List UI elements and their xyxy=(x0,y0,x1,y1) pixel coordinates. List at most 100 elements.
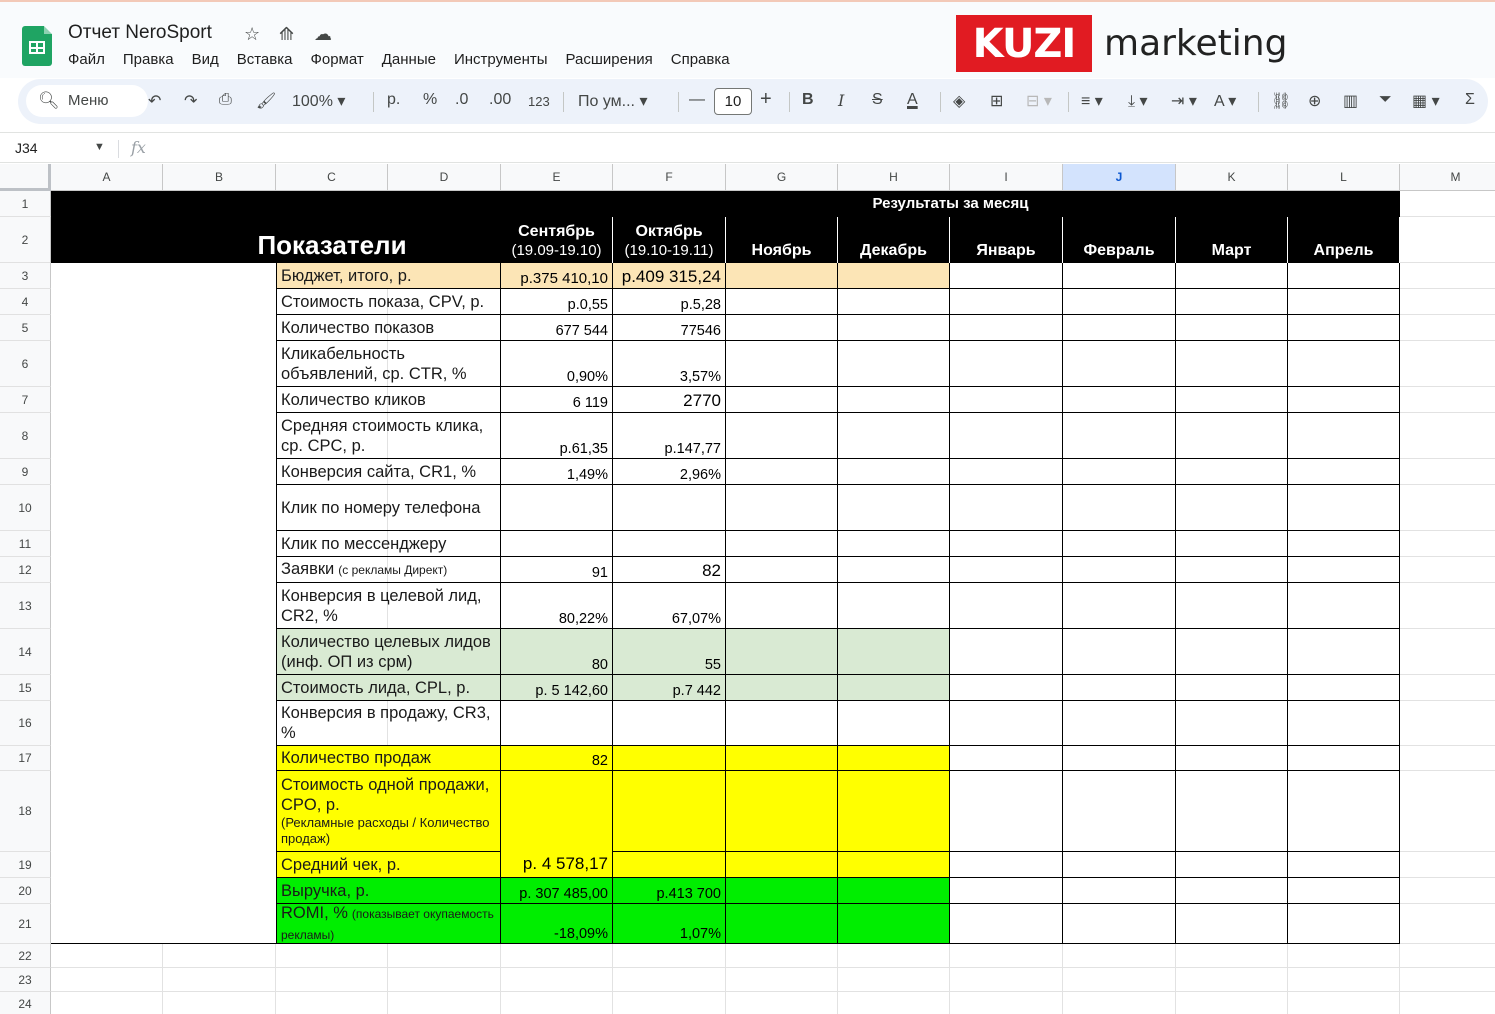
value-sep[interactable]: 82 xyxy=(501,746,613,771)
value-oct[interactable]: р.409 315,24 xyxy=(613,263,726,289)
grid-cell[interactable] xyxy=(1400,944,1495,968)
empty-value[interactable] xyxy=(1176,289,1288,315)
value-oct[interactable] xyxy=(613,852,726,878)
grid-cell[interactable] xyxy=(1063,992,1176,1014)
empty-value[interactable] xyxy=(726,629,838,675)
value-sep[interactable] xyxy=(501,485,613,531)
empty-value[interactable] xyxy=(838,701,950,746)
grid-cell[interactable] xyxy=(1400,557,1495,583)
empty-value[interactable] xyxy=(726,315,838,341)
empty-value[interactable] xyxy=(726,485,838,531)
empty-value[interactable] xyxy=(838,583,950,629)
grid-cell[interactable] xyxy=(163,968,276,992)
empty-value[interactable] xyxy=(726,459,838,485)
row-header-5[interactable]: 5 xyxy=(0,315,51,341)
grid-cell[interactable] xyxy=(1400,341,1495,387)
empty-value[interactable] xyxy=(1176,583,1288,629)
value-sep[interactable]: 80,22% xyxy=(501,583,613,629)
row-header-20[interactable]: 20 xyxy=(0,878,51,904)
row-header-24[interactable]: 24 xyxy=(0,992,51,1014)
grid-cell[interactable] xyxy=(1400,701,1495,746)
empty-value[interactable] xyxy=(726,771,838,852)
decrease-decimal-button[interactable]: .0 xyxy=(455,91,468,109)
empty-value[interactable] xyxy=(838,413,950,459)
empty-value[interactable] xyxy=(1063,771,1176,852)
empty-value[interactable] xyxy=(726,341,838,387)
grid-cell[interactable] xyxy=(1400,629,1495,675)
empty-value[interactable] xyxy=(1063,583,1176,629)
empty-value[interactable] xyxy=(1063,701,1176,746)
column-header-d[interactable]: D xyxy=(388,164,501,191)
empty-value[interactable] xyxy=(1063,485,1176,531)
valign-icon[interactable]: ⤓ ▾ xyxy=(1128,91,1148,111)
empty-value[interactable] xyxy=(726,263,838,289)
empty-value[interactable] xyxy=(950,341,1063,387)
empty-value[interactable] xyxy=(726,701,838,746)
value-oct[interactable]: 77546 xyxy=(613,315,726,341)
value-sep[interactable]: 677 544 xyxy=(501,315,613,341)
value-sep[interactable]: 80 xyxy=(501,629,613,675)
empty-value[interactable] xyxy=(838,878,950,904)
column-header-m[interactable]: M xyxy=(1400,164,1495,191)
empty-value[interactable] xyxy=(1176,557,1288,583)
column-header-b[interactable]: B xyxy=(163,164,276,191)
comment-icon[interactable]: ⊕ xyxy=(1308,91,1321,111)
grid-cell[interactable] xyxy=(1400,459,1495,485)
empty-value[interactable] xyxy=(1176,746,1288,771)
empty-value[interactable] xyxy=(726,531,838,557)
grid-cell[interactable] xyxy=(1400,217,1495,263)
row-header-9[interactable]: 9 xyxy=(0,459,51,485)
grid-cell[interactable] xyxy=(276,944,388,968)
empty-value[interactable] xyxy=(1288,459,1400,485)
empty-value[interactable] xyxy=(838,315,950,341)
value-oct[interactable] xyxy=(613,701,726,746)
empty-value[interactable] xyxy=(950,485,1063,531)
empty-value[interactable] xyxy=(1288,746,1400,771)
value-oct[interactable] xyxy=(613,531,726,557)
italic-icon[interactable]: I xyxy=(838,91,844,110)
value-oct[interactable]: р.5,28 xyxy=(613,289,726,315)
grid-cell[interactable] xyxy=(1288,992,1400,1014)
grid-cell[interactable] xyxy=(51,992,163,1014)
empty-value[interactable] xyxy=(1288,629,1400,675)
value-oct[interactable] xyxy=(613,485,726,531)
text-color-icon[interactable]: A xyxy=(907,91,918,109)
empty-value[interactable] xyxy=(838,771,950,852)
empty-value[interactable] xyxy=(1176,904,1288,944)
grid-cell[interactable] xyxy=(1288,944,1400,968)
star-icon[interactable]: ☆ xyxy=(244,24,260,45)
grid-cell[interactable] xyxy=(726,968,838,992)
font-size-decrease-button[interactable]: — xyxy=(689,91,705,109)
empty-value[interactable] xyxy=(838,531,950,557)
grid-cell[interactable] xyxy=(1400,992,1495,1014)
empty-value[interactable] xyxy=(1288,387,1400,413)
empty-value[interactable] xyxy=(1176,459,1288,485)
empty-value[interactable] xyxy=(1176,485,1288,531)
value-sep[interactable] xyxy=(501,701,613,746)
empty-value[interactable] xyxy=(950,629,1063,675)
value-sep[interactable] xyxy=(501,531,613,557)
empty-value[interactable] xyxy=(838,341,950,387)
value-oct[interactable]: 2,96% xyxy=(613,459,726,485)
grid-cell[interactable] xyxy=(501,992,613,1014)
empty-value[interactable] xyxy=(950,904,1063,944)
value-oct[interactable] xyxy=(613,771,726,852)
value-sep[interactable]: р. 4 578,17 xyxy=(501,771,613,878)
empty-value[interactable] xyxy=(726,746,838,771)
grid-cell[interactable] xyxy=(1400,746,1495,771)
move-to-drive-icon[interactable]: ⟰ xyxy=(279,24,294,45)
value-sep[interactable]: р.375 410,10 xyxy=(501,263,613,289)
empty-value[interactable] xyxy=(1288,531,1400,557)
empty-value[interactable] xyxy=(1063,413,1176,459)
empty-value[interactable] xyxy=(1176,263,1288,289)
column-header-i[interactable]: I xyxy=(950,164,1063,191)
grid-cell[interactable] xyxy=(163,992,276,1014)
row-header-18[interactable]: 18 xyxy=(0,771,51,852)
text-rotate-icon[interactable]: A ▾ xyxy=(1214,91,1236,111)
zoom-select[interactable]: 100% ▾ xyxy=(292,91,345,111)
empty-value[interactable] xyxy=(726,852,838,878)
empty-value[interactable] xyxy=(1288,852,1400,878)
empty-value[interactable] xyxy=(950,557,1063,583)
grid-cell[interactable] xyxy=(1176,944,1288,968)
grid-cell[interactable] xyxy=(1400,413,1495,459)
